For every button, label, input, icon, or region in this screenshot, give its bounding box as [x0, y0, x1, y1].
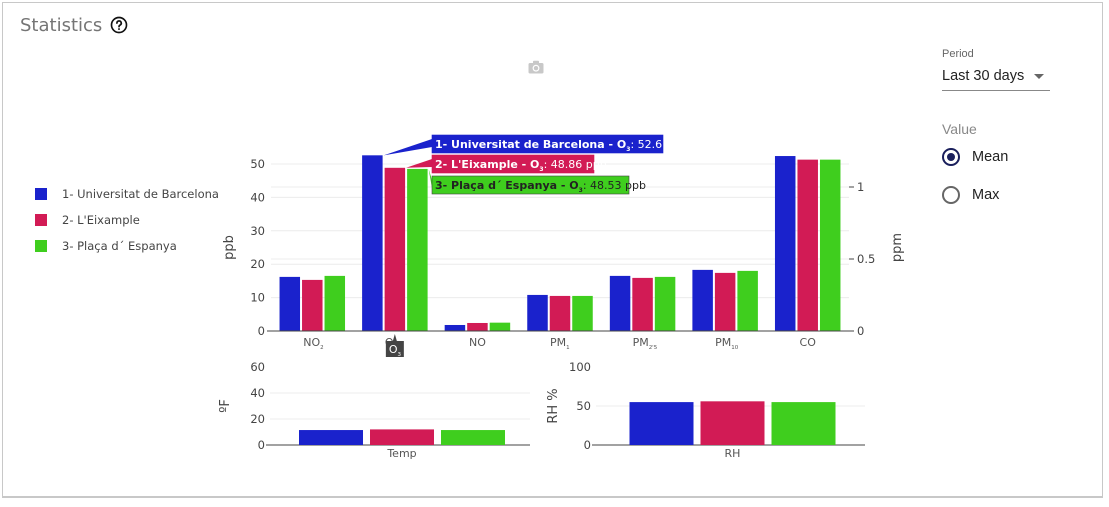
legend-swatch — [35, 214, 47, 226]
period-selected-value: Last 30 days — [942, 68, 1025, 84]
radio-button-unchecked[interactable] — [942, 186, 960, 204]
chart-legend: 1- Universitat de Barcelona 2- L'Eixampl… — [35, 181, 219, 259]
radio-label: Max — [972, 187, 1000, 203]
chevron-down-icon — [1034, 74, 1044, 79]
radio-label: Mean — [972, 149, 1009, 165]
legend-item-station-3[interactable]: 3- Plaça d´ Espanya — [35, 233, 219, 259]
legend-swatch — [35, 188, 47, 200]
radio-button-checked[interactable] — [942, 148, 960, 166]
legend-label: 3- Plaça d´ Espanya — [62, 239, 177, 253]
legend-swatch — [35, 240, 47, 252]
legend-label: 1- Universitat de Barcelona — [62, 187, 219, 201]
legend-item-station-2[interactable]: 2- L'Eixample — [35, 207, 219, 233]
help-circle-icon[interactable] — [110, 16, 128, 34]
camera-icon[interactable] — [528, 60, 544, 74]
page-title: Statistics — [20, 15, 103, 36]
legend-item-station-1[interactable]: 1- Universitat de Barcelona — [35, 181, 219, 207]
radio-max[interactable]: Max — [942, 186, 999, 204]
radio-mean[interactable]: Mean — [942, 148, 1008, 166]
legend-label: 2- L'Eixample — [62, 213, 140, 227]
period-select[interactable]: Last 30 days — [942, 64, 1050, 91]
period-label: Period — [942, 48, 974, 60]
value-label: Value — [942, 121, 977, 137]
